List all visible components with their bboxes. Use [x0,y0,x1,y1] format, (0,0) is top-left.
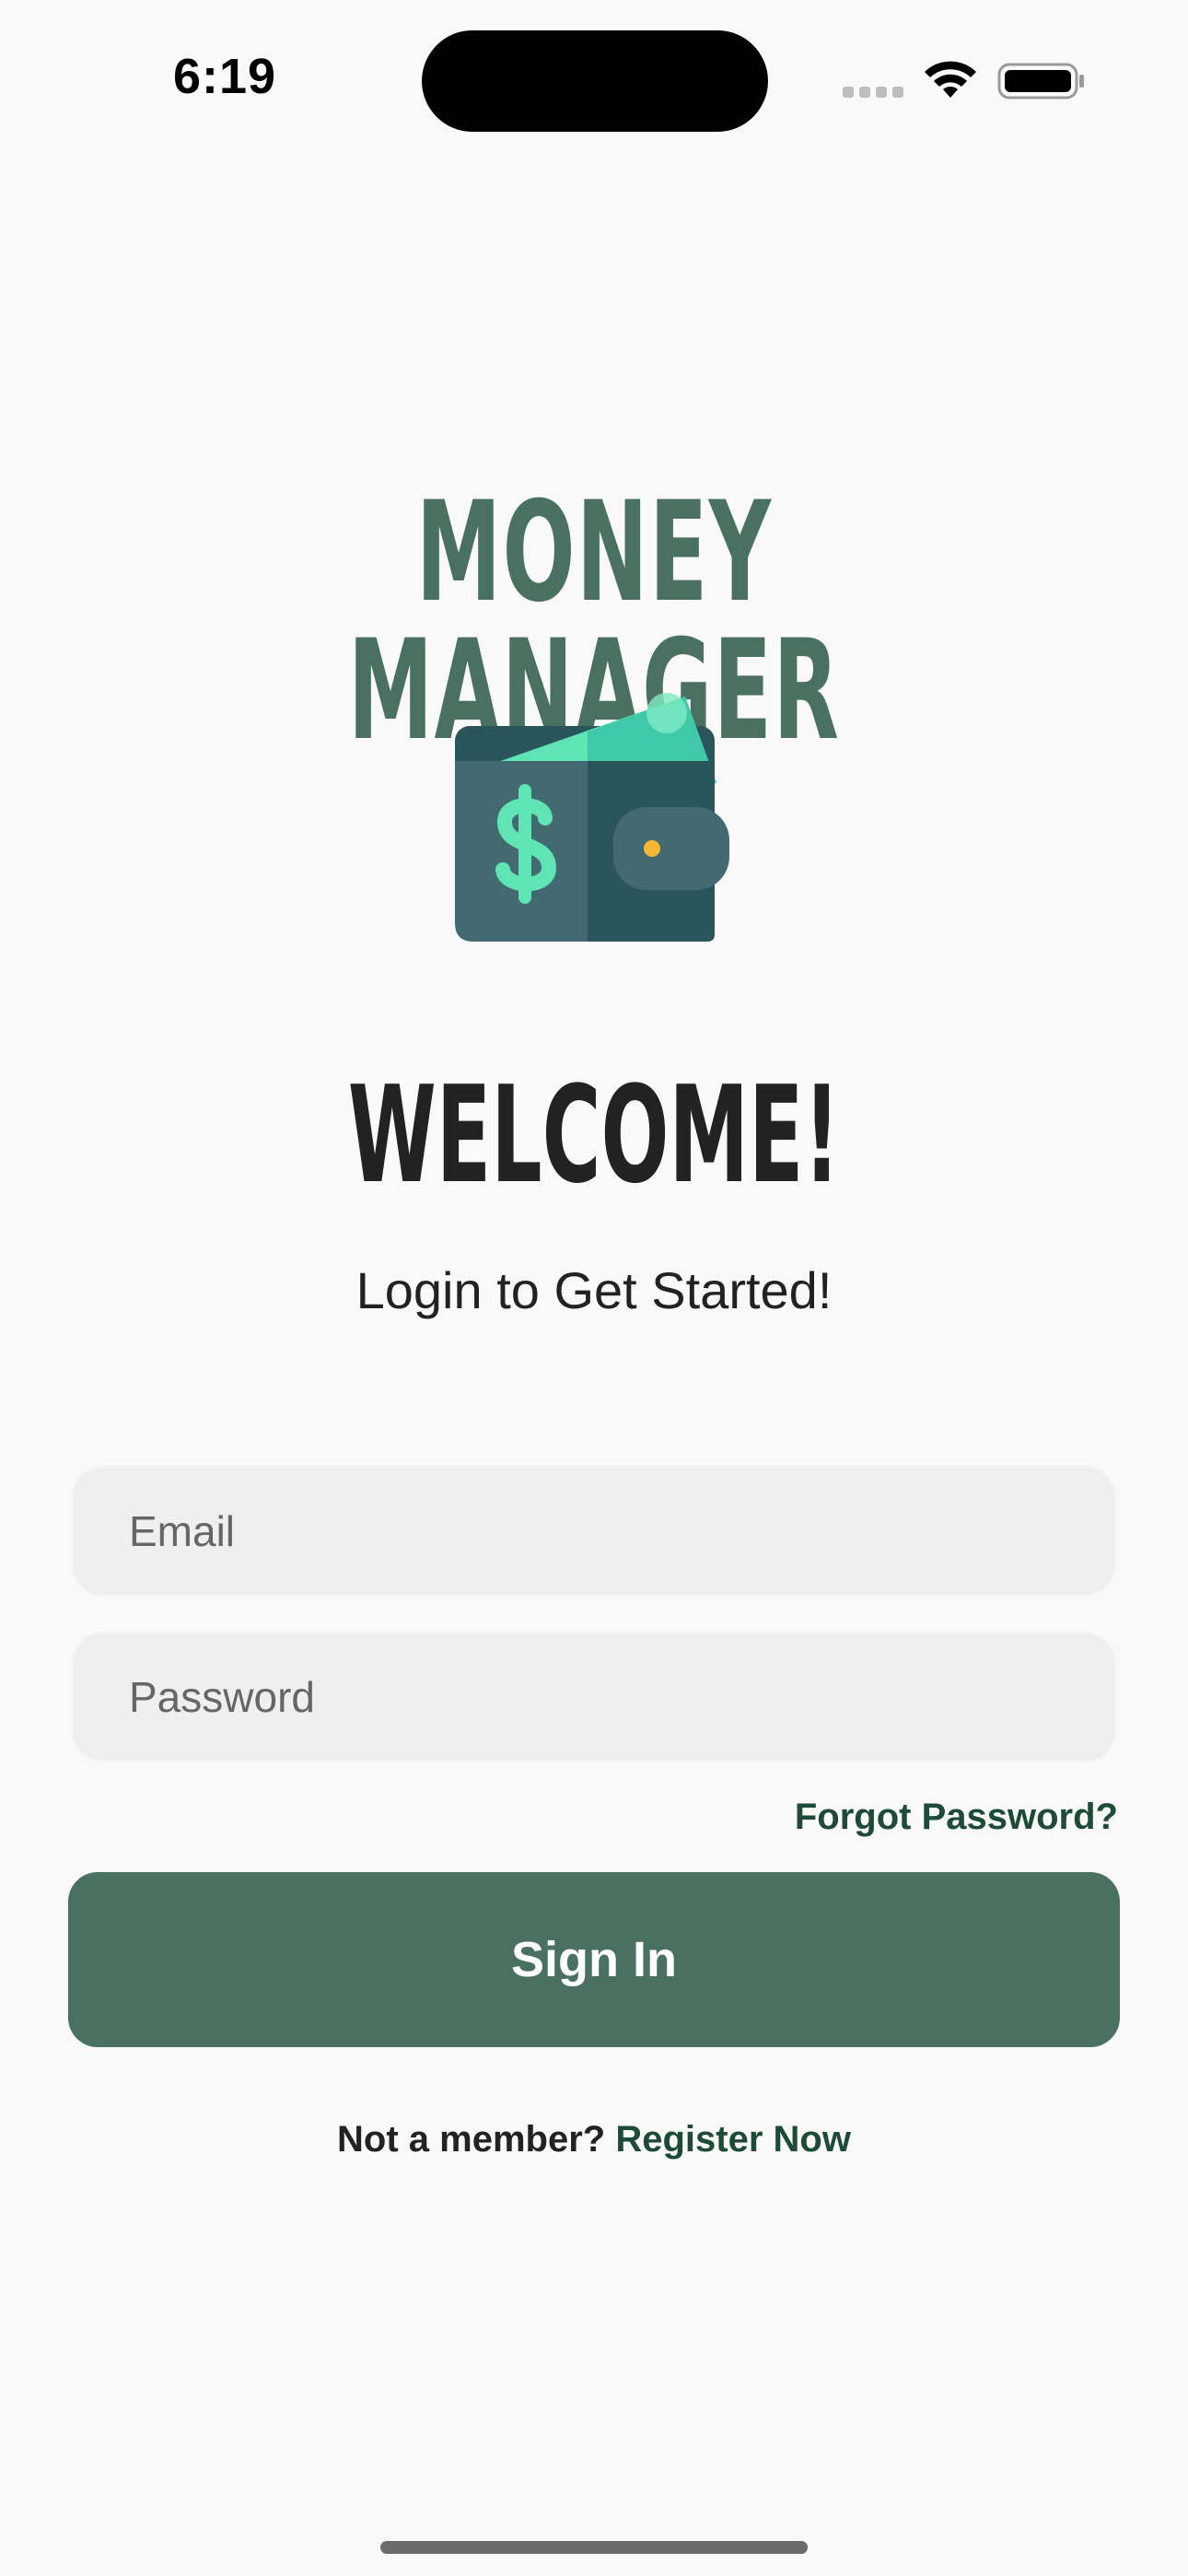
email-field[interactable] [72,1466,1116,1597]
home-indicator[interactable] [380,2541,808,2554]
signal-dots-icon [843,87,905,100]
forgot-password-link[interactable]: Forgot Password? [795,1797,1118,1838]
register-row: Not a member? Register Now [0,2119,1188,2160]
sign-in-button[interactable]: Sign In [68,1872,1120,2047]
wifi-icon [925,61,976,98]
register-now-link[interactable]: Register Now [615,2119,851,2160]
register-prompt: Not a member? [337,2119,616,2160]
dynamic-island [422,30,768,132]
password-field[interactable] [72,1632,1116,1762]
wallet-dollar-icon [455,693,729,942]
welcome-subtitle: Login to Get Started! [355,1261,833,1319]
battery-icon [997,63,1084,100]
welcome-heading: WELCOME! [347,1058,841,1213]
status-time: 6:19 [173,49,277,104]
